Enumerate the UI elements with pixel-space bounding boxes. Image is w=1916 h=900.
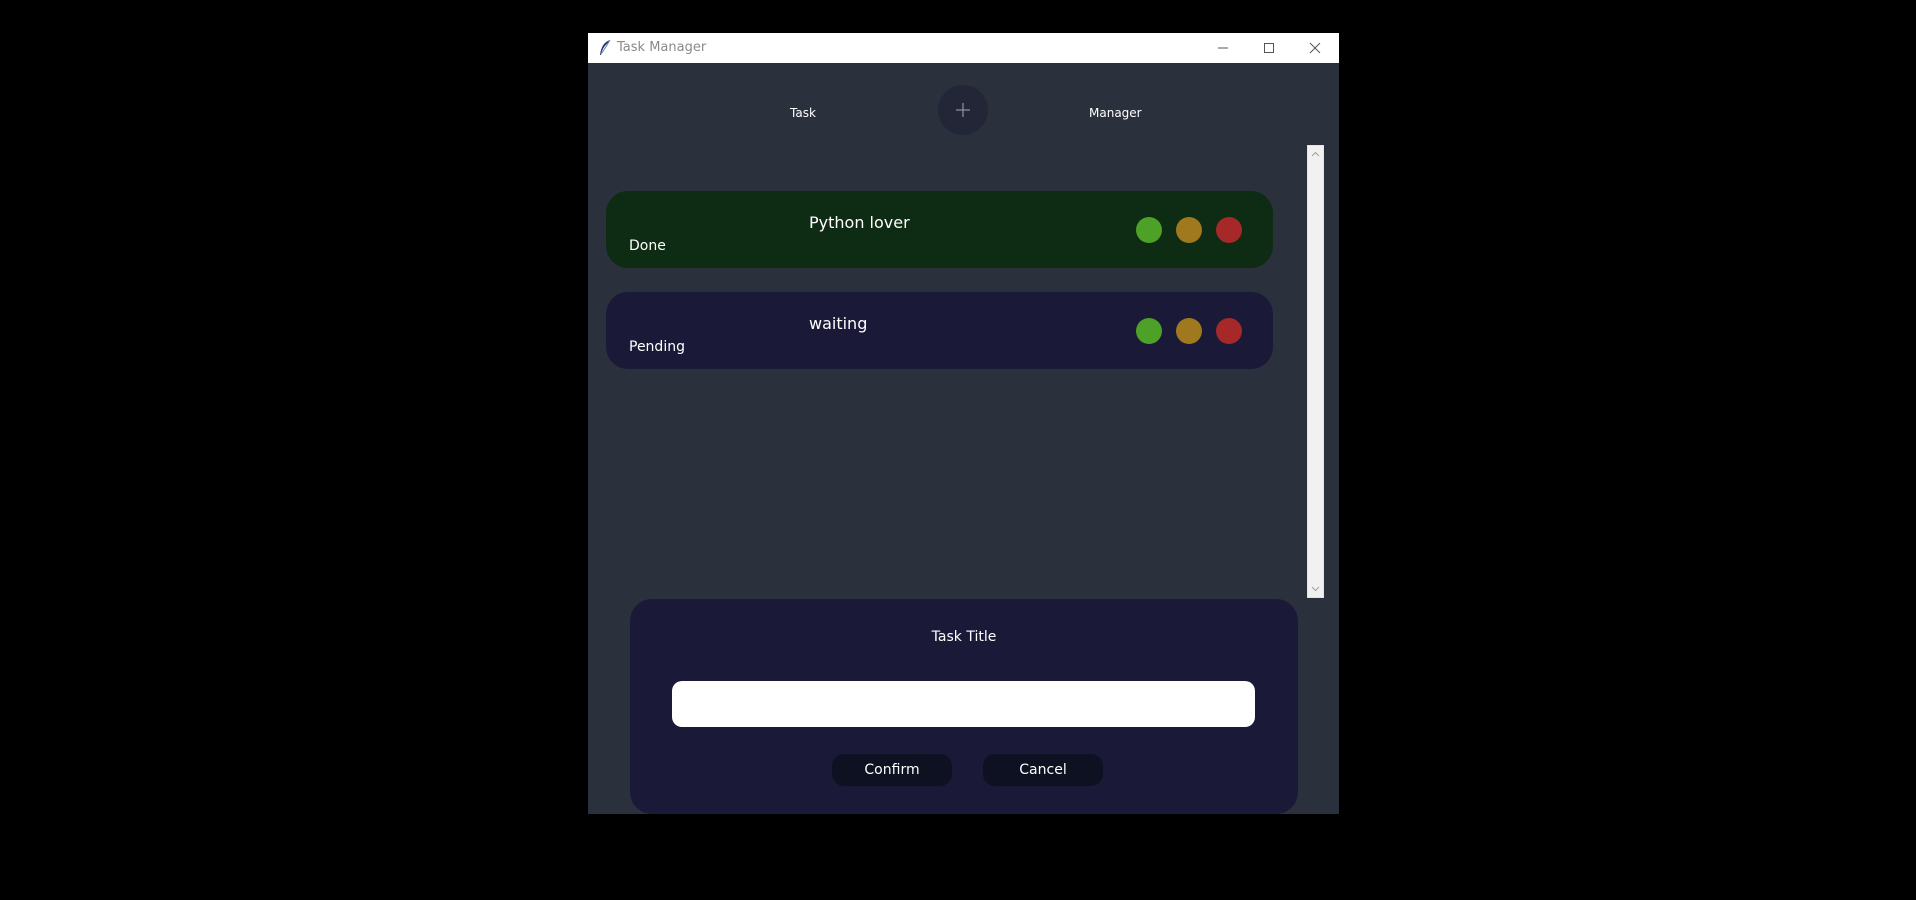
task-card: waiting Pending <box>606 292 1273 369</box>
mark-done-button[interactable] <box>1136 217 1162 243</box>
close-button[interactable] <box>1292 33 1338 63</box>
dialog-title: Task Title <box>931 629 997 645</box>
chevron-up-icon <box>1311 151 1320 157</box>
scroll-down-button[interactable] <box>1308 582 1323 596</box>
confirm-button[interactable]: Confirm <box>832 754 952 786</box>
task-status: Pending <box>629 339 685 355</box>
delete-task-button[interactable] <box>1216 217 1242 243</box>
maximize-button[interactable] <box>1246 33 1292 63</box>
add-task-button[interactable] <box>938 85 988 135</box>
app-window: Task Manager Task Manager Python lover D… <box>588 33 1339 814</box>
task-title-input[interactable] <box>672 681 1255 727</box>
scroll-up-button[interactable] <box>1308 147 1323 161</box>
close-icon <box>1309 42 1321 54</box>
mark-pending-button[interactable] <box>1176 217 1202 243</box>
cancel-button[interactable]: Cancel <box>983 754 1103 786</box>
task-title: Python lover <box>809 213 910 232</box>
minimize-icon <box>1218 47 1228 49</box>
new-task-dialog: Task Title Confirm Cancel <box>630 599 1298 814</box>
task-status: Done <box>629 238 666 254</box>
window-title: Task Manager <box>617 40 707 55</box>
plus-icon <box>956 103 970 117</box>
mark-done-button[interactable] <box>1136 318 1162 344</box>
header-task-label: Task <box>790 106 816 120</box>
maximize-icon <box>1264 43 1274 53</box>
header-manager-label: Manager <box>1089 106 1142 120</box>
delete-task-button[interactable] <box>1216 318 1242 344</box>
task-title: waiting <box>809 314 868 333</box>
title-bar: Task Manager <box>588 33 1339 63</box>
minimize-button[interactable] <box>1200 33 1246 63</box>
task-list: Python lover Done waiting Pending <box>588 145 1308 633</box>
vertical-scrollbar[interactable] <box>1307 145 1324 598</box>
mark-pending-button[interactable] <box>1176 318 1202 344</box>
feather-icon <box>600 39 611 55</box>
task-card: Python lover Done <box>606 191 1273 268</box>
chevron-down-icon <box>1311 586 1320 592</box>
